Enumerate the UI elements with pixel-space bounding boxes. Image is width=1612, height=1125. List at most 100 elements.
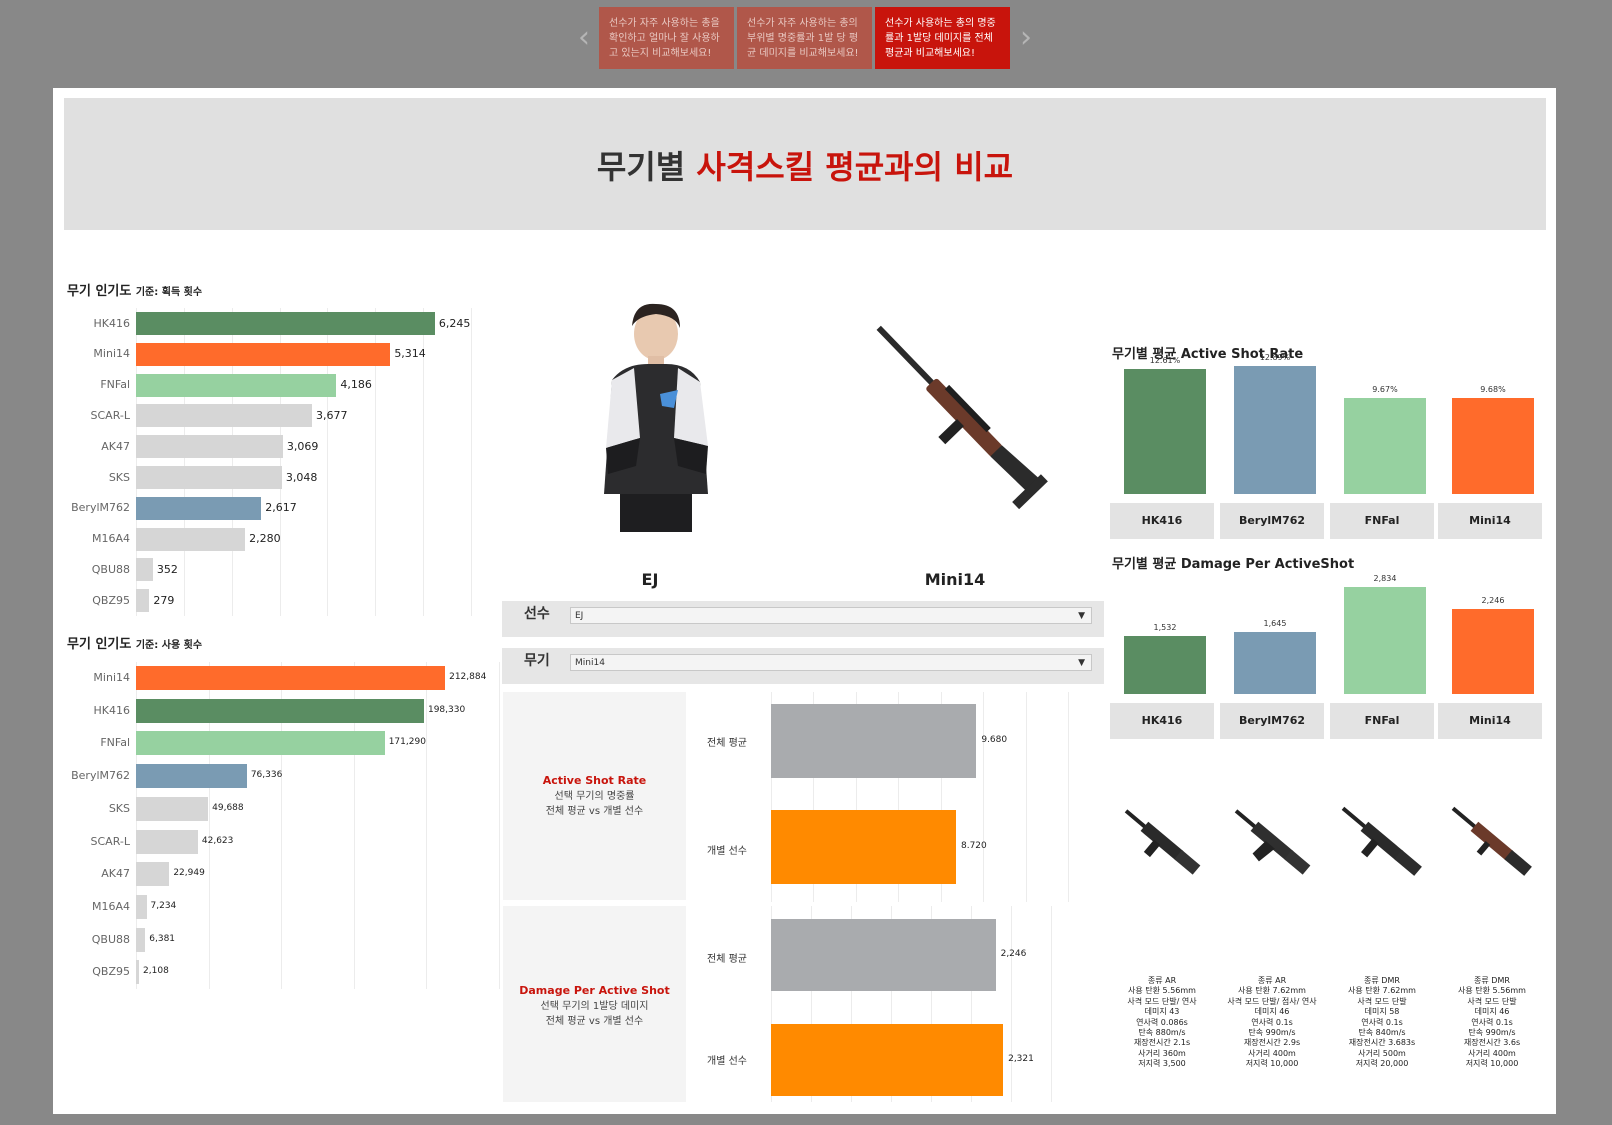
spec-line: 탄속 840m/s [1358,1028,1406,1038]
category-label: FNFal [1330,703,1434,739]
spec-line: 종류 AR [1257,976,1287,985]
bar [771,1024,1004,1096]
spec-line: 사거리 360m [1138,1048,1186,1058]
spec-line: 사용 탄환 5.56mm [1458,986,1526,996]
gridline [471,308,472,616]
category-label: Mini14 [1438,703,1542,739]
weapon-filter: 무기 Mini14 ▼ [502,648,1104,684]
bar-value-label: 3,677 [315,408,348,422]
spec-line: 사격 모드 단발/ 점사/ 연사 [1227,996,1317,1006]
bar-value-label: 4,186 [340,378,372,392]
page-title: 무기별 사격스킬 평균과의 비교 [64,142,1546,188]
bar-category-label: M16A4 [91,532,130,546]
bar-value-label: 279 [153,593,175,607]
bar-value-label: 5,314 [394,347,426,361]
bar-value-label: 76,336 [250,770,283,781]
popularity-usage-title: 무기 인기도 기준: 사용 횟수 [67,633,202,652]
bar-category-label: HK416 [93,316,130,330]
story-point-2[interactable]: 선수가 자주 사용하는 총의 부위별 명중률과 1발 당 평균 데미지를 비교해… [737,7,872,69]
weapon-filter-label: 무기 [524,653,550,669]
story-point-text: 선수가 자주 사용하는 총의 부위별 명중률과 1발 당 평균 데미지를 비교해… [747,18,859,59]
bar [1124,636,1206,694]
story-point-3[interactable]: 선수가 사용하는 총의 명중률과 1발당 데미지를 전체 평균과 비교해보세요! [875,7,1010,69]
gridline [499,662,500,989]
category-label: FNFal [1330,503,1434,539]
section-title-text: 무기 인기도 [67,637,132,652]
bar [136,496,262,520]
bar-value-label: 1,532 [1153,623,1177,633]
bar-category-label: SCAR-L [90,408,130,422]
bar-value-label: 2,834 [1373,574,1397,584]
bar [1452,397,1534,494]
chevron-down-icon: ▼ [1078,611,1085,621]
bar [136,589,150,613]
title-part: 무기별 [596,148,697,186]
bar-value-label: 9.67% [1372,384,1398,394]
bar [771,704,977,778]
bar-category-label: HK416 [93,703,130,717]
berylm762-icon [1234,809,1311,875]
spec-line: 재장전시간 3.683s [1348,1038,1416,1048]
section-subtitle: 기준: 사용 횟수 [135,640,203,651]
fnfal-icon [1341,806,1422,876]
spec-line: 사격 모드 단발 [1357,996,1407,1006]
bar-value-label: 8.720 [960,841,987,851]
bar [136,829,198,854]
spec-line: 탄속 990m/s [1468,1028,1516,1038]
dpas-player-label: 개별 선수 [707,1056,747,1067]
spec-line: 데미지 46 [1254,1007,1290,1017]
spec-line: 데미지 58 [1364,1007,1400,1017]
asr-description: Active Shot Rate 선택 무기의 명중률 전체 평균 vs 개별 … [503,692,686,900]
bar [136,666,446,690]
bar-value-label: 171,290 [388,737,426,748]
bar [136,342,391,366]
bar-category-label: Mini14 [93,671,130,684]
spec-line: 데미지 43 [1144,1007,1180,1017]
dpas-line2: 전체 평균 vs 개별 선수 [545,1016,644,1027]
category-label: HK416 [1110,503,1214,539]
bar [771,810,956,884]
spec-line: 탄속 880m/s [1138,1028,1186,1038]
dpas-avg-label: 전체 평균 [707,954,747,965]
gridline [1025,692,1027,902]
bar [1124,368,1206,494]
player-filter: 선수 EJ ▼ [502,601,1104,637]
story-next-button[interactable]: › [1014,20,1038,56]
player-photo [604,303,708,532]
spec-line: 사거리 400m [1248,1048,1296,1058]
bar-value-label: 2,108 [143,966,169,977]
bar-value-label: 12.61% [1149,355,1181,365]
player-select[interactable]: EJ ▼ [570,607,1092,624]
bar [771,919,996,991]
title-accent: 사격스킬 평균과의 비교 [696,148,1014,186]
bar [136,764,247,789]
bar-value-label: 212,884 [449,672,487,682]
category-label: BerylM762 [1220,703,1324,739]
gridline [1051,906,1052,1102]
weapon-select[interactable]: Mini14 ▼ [570,654,1092,671]
story-point-1[interactable]: 선수가 자주 사용하는 총을 확인하고 얼마나 잘 사용하고 있는지 비교해보세… [599,7,734,69]
bar-value-label: 42,623 [201,835,234,846]
asr-line2: 전체 평균 vs 개별 선수 [545,806,644,817]
story-prev-button[interactable]: ‹ [572,20,596,56]
bar [136,862,170,887]
popularity-pickup-title: 무기 인기도 기준: 획득 횟수 [67,280,202,299]
spec-line: 사격 모드 단발/ 연사 [1127,996,1197,1006]
bar [1344,397,1426,494]
bar-value-label: 198,330 [427,704,466,715]
section-title-text: 무기 인기도 [67,284,132,299]
weapon-spec: 종류 AR 사용 탄환 7.62mm 사격 모드 단발/ 점사/ 연사 데미지 46 연… [1218,976,1326,1070]
spec-line: 저지력 3,500 [1138,1059,1186,1069]
bar-category-label: AK47 [101,867,130,881]
bar [136,435,283,459]
bar [136,312,435,335]
bar-value-label: 9.68% [1480,384,1506,394]
spec-line: 종류 AR [1147,976,1177,985]
bar-value-label: 9.680 [981,735,1008,745]
story-point-text: 선수가 사용하는 총의 명중률과 1발당 데미지를 전체 평균과 비교해보세요! [885,18,996,59]
weapon-spec: 종류 DMR 사용 탄환 7.62mm 사격 모드 단발 데미지 58 연사력 0.1s… [1328,976,1436,1070]
weapon-spec: 종류 DMR 사용 탄환 5.56mm 사격 모드 단발 데미지 46 연사력 0.1s… [1438,976,1546,1070]
spec-line: 사용 탄환 5.56mm [1128,986,1196,996]
bar-value-label: 6,245 [438,316,471,330]
spec-line: 연사력 0.086s [1136,1017,1188,1027]
